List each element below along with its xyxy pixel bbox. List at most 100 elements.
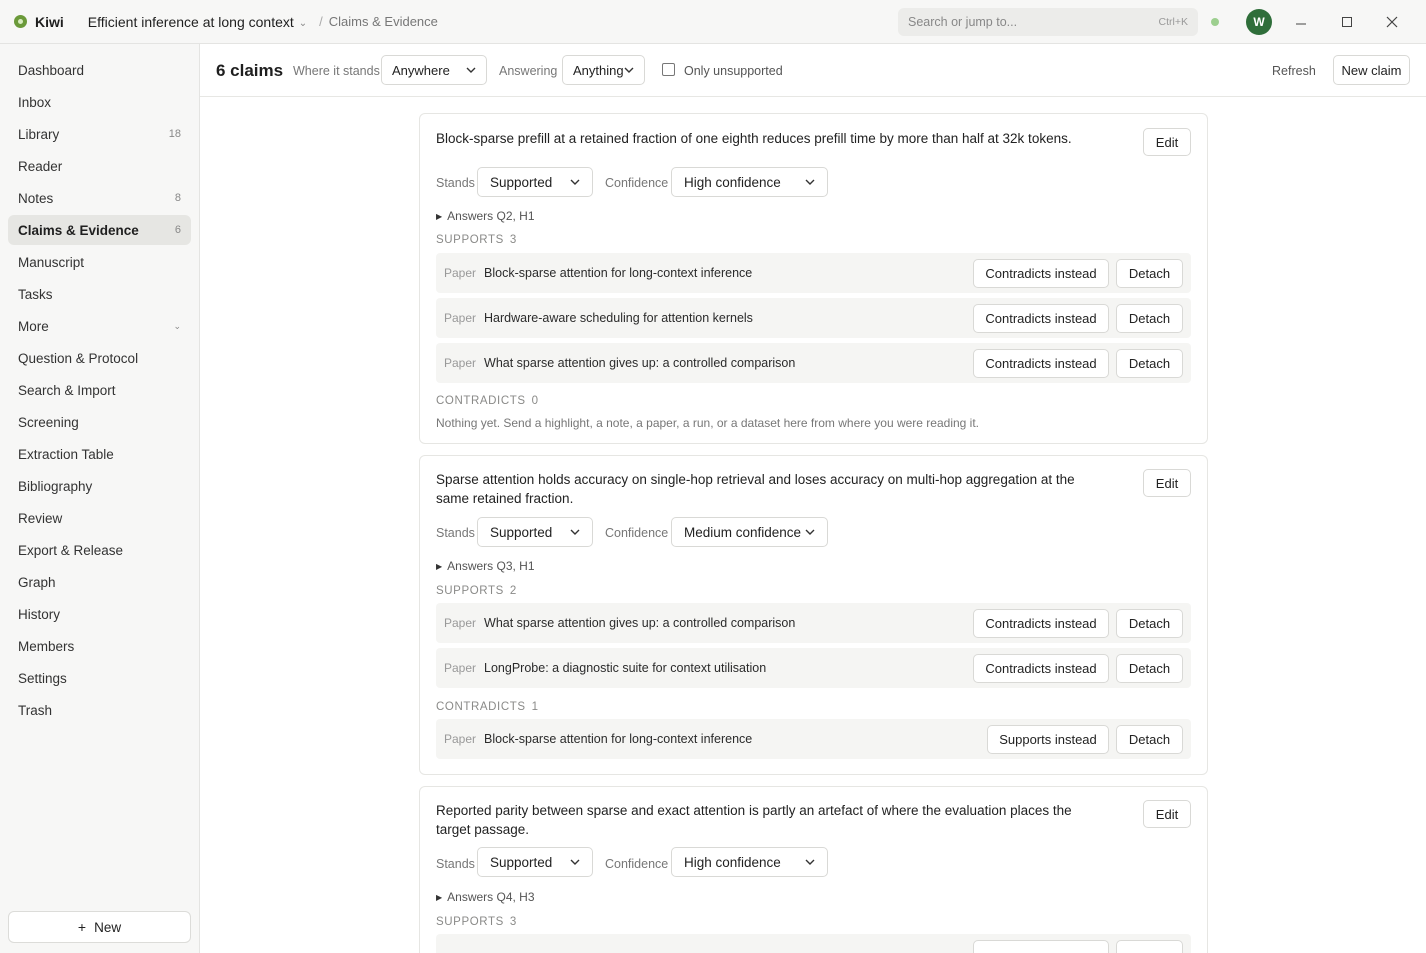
sidebar-item-review[interactable]: Review: [8, 503, 191, 533]
edit-button[interactable]: Edit: [1143, 800, 1191, 828]
answering-filter-select[interactable]: Anything: [562, 55, 645, 85]
detach-button[interactable]: [1116, 940, 1183, 953]
contradicts-instead-button[interactable]: Contradicts instead: [973, 609, 1109, 638]
evidence-kind: Paper: [444, 311, 477, 325]
avatar[interactable]: W: [1246, 9, 1272, 35]
evidence-title[interactable]: LongProbe: a diagnostic suite for contex…: [484, 661, 766, 675]
evidence-title[interactable]: Block-sparse attention for long-context …: [484, 266, 752, 280]
evidence-title[interactable]: What sparse attention gives up: a contro…: [484, 356, 795, 370]
supports-title: SUPPORTS: [436, 585, 504, 597]
edit-button[interactable]: Edit: [1143, 469, 1191, 497]
sidebar-item-reader[interactable]: Reader: [8, 151, 191, 181]
project-name: Efficient inference at long context: [87, 13, 294, 30]
stands-select[interactable]: Supported: [477, 847, 593, 877]
evidence-row: Paper Block-sparse attention for long-co…: [436, 719, 1191, 759]
contradicts-instead-button[interactable]: Contradicts instead: [973, 259, 1109, 288]
claims-toolbar: 6 claims Where it stands Anywhere Answer…: [200, 44, 1426, 97]
sidebar-item-question-protocol[interactable]: Question & Protocol: [8, 343, 191, 373]
sidebar-item-screening[interactable]: Screening: [8, 407, 191, 437]
sidebar-item-label: Inbox: [18, 94, 52, 110]
confidence-select[interactable]: High confidence: [671, 847, 828, 877]
sidebar-item-tasks[interactable]: Tasks: [8, 279, 191, 309]
detach-button[interactable]: Detach: [1116, 349, 1183, 378]
search-input[interactable]: Search or jump to... Ctrl+K: [898, 8, 1198, 36]
kiwi-logo-icon: [14, 15, 27, 28]
answers-disclosure[interactable]: ▶ Answers Q4, H3: [436, 890, 535, 904]
claim-text: Sparse attention holds accuracy on singl…: [436, 472, 1075, 506]
new-claim-button[interactable]: New claim: [1333, 55, 1410, 85]
new-button[interactable]: + New: [8, 911, 191, 943]
edit-button[interactable]: Edit: [1143, 128, 1191, 156]
evidence-title[interactable]: Block-sparse attention for long-context …: [484, 732, 752, 746]
where-filter-value: Anywhere: [392, 62, 450, 78]
answers-disclosure[interactable]: ▶ Answers Q2, H1: [436, 209, 535, 223]
supports-count: 2: [509, 585, 517, 597]
minimize-icon[interactable]: [1289, 10, 1313, 34]
detach-button[interactable]: Detach: [1116, 304, 1183, 333]
detach-button[interactable]: Detach: [1116, 654, 1183, 683]
contradicts-header: CONTRADICTS 1: [436, 701, 538, 713]
contradicts-title: CONTRADICTS: [436, 701, 526, 713]
evidence-row: Paper LongProbe: a diagnostic suite for …: [436, 648, 1191, 688]
confidence-select[interactable]: Medium confidence: [671, 517, 828, 547]
confidence-select[interactable]: High confidence: [671, 167, 828, 197]
sidebar-item-members[interactable]: Members: [8, 631, 191, 661]
confidence-label: Confidence: [605, 176, 669, 190]
supports-instead-button[interactable]: Supports instead: [987, 725, 1109, 754]
evidence-title[interactable]: Hardware-aware scheduling for attention …: [484, 311, 753, 325]
detach-button[interactable]: Detach: [1116, 609, 1183, 638]
sidebar-item-history[interactable]: History: [8, 599, 191, 629]
claim-card: Sparse attention holds accuracy on singl…: [419, 455, 1208, 775]
refresh-button[interactable]: Refresh: [1272, 64, 1316, 78]
sidebar-item-trash[interactable]: Trash: [8, 695, 191, 725]
contradicts-instead-button[interactable]: Contradicts instead: [973, 654, 1109, 683]
sidebar-item-graph[interactable]: Graph: [8, 567, 191, 597]
contradicts-instead-button[interactable]: Contradicts instead: [973, 349, 1109, 378]
sidebar-item-count: 18: [168, 128, 181, 140]
sidebar-item-label: Notes: [18, 190, 54, 206]
contradicts-instead-button[interactable]: [973, 940, 1109, 953]
supports-header: SUPPORTS 3: [436, 916, 516, 928]
evidence-row: Paper What sparse attention gives up: a …: [436, 603, 1191, 643]
stands-select[interactable]: Supported: [477, 167, 593, 197]
evidence-title[interactable]: What sparse attention gives up: a contro…: [484, 616, 795, 630]
contradicts-instead-button[interactable]: Contradicts instead: [973, 304, 1109, 333]
sidebar-item-notes[interactable]: Notes 8: [8, 183, 191, 213]
supports-title: SUPPORTS: [436, 916, 504, 928]
detach-button[interactable]: Detach: [1116, 725, 1183, 754]
sidebar-item-bibliography[interactable]: Bibliography: [8, 471, 191, 501]
sidebar-item-library[interactable]: Library 18: [8, 119, 191, 149]
maximize-icon[interactable]: [1335, 10, 1359, 34]
only-unsupported-label[interactable]: Only unsupported: [684, 64, 783, 78]
sidebar-item-count: 6: [174, 224, 181, 236]
sidebar-item-more[interactable]: More ⌄: [8, 311, 191, 341]
project-switcher[interactable]: Efficient inference at long context ⌄: [88, 14, 307, 30]
detach-button[interactable]: Detach: [1116, 259, 1183, 288]
evidence-kind: Paper: [444, 616, 477, 630]
close-icon[interactable]: [1380, 10, 1404, 34]
sidebar-item-search-import[interactable]: Search & Import: [8, 375, 191, 405]
sidebar-item-label: Reader: [18, 158, 63, 174]
app-brand[interactable]: Kiwi: [14, 14, 64, 30]
sidebar-item-extraction-table[interactable]: Extraction Table: [8, 439, 191, 469]
sidebar-item-claims-evidence[interactable]: Claims & Evidence 6: [8, 215, 191, 245]
sidebar-item-inbox[interactable]: Inbox: [8, 87, 191, 117]
stands-select[interactable]: Supported: [477, 517, 593, 547]
evidence-row: Paper What sparse attention gives up: a …: [436, 343, 1191, 383]
sidebar: Dashboard Inbox Library 18 Reader Notes 8 …: [0, 44, 200, 953]
sidebar-item-export-release[interactable]: Export & Release: [8, 535, 191, 565]
search-placeholder: Search or jump to...: [908, 15, 1018, 29]
sidebar-item-label: Members: [18, 638, 75, 654]
confidence-label: Confidence: [605, 526, 669, 540]
claims-list: Block-sparse prefill at a retained fract…: [200, 97, 1426, 953]
sidebar-item-label: Question & Protocol: [18, 350, 139, 366]
supports-header: SUPPORTS 3: [436, 234, 516, 246]
sidebar-item-dashboard[interactable]: Dashboard: [8, 55, 191, 85]
where-filter-select[interactable]: Anywhere: [381, 55, 487, 85]
claim-card: Reported parity between sparse and exact…: [419, 786, 1208, 953]
answers-disclosure[interactable]: ▶ Answers Q3, H1: [436, 559, 535, 573]
sidebar-item-settings[interactable]: Settings: [8, 663, 191, 693]
confidence-value: High confidence: [684, 174, 781, 190]
only-unsupported-checkbox[interactable]: [662, 63, 675, 76]
sidebar-item-manuscript[interactable]: Manuscript: [8, 247, 191, 277]
